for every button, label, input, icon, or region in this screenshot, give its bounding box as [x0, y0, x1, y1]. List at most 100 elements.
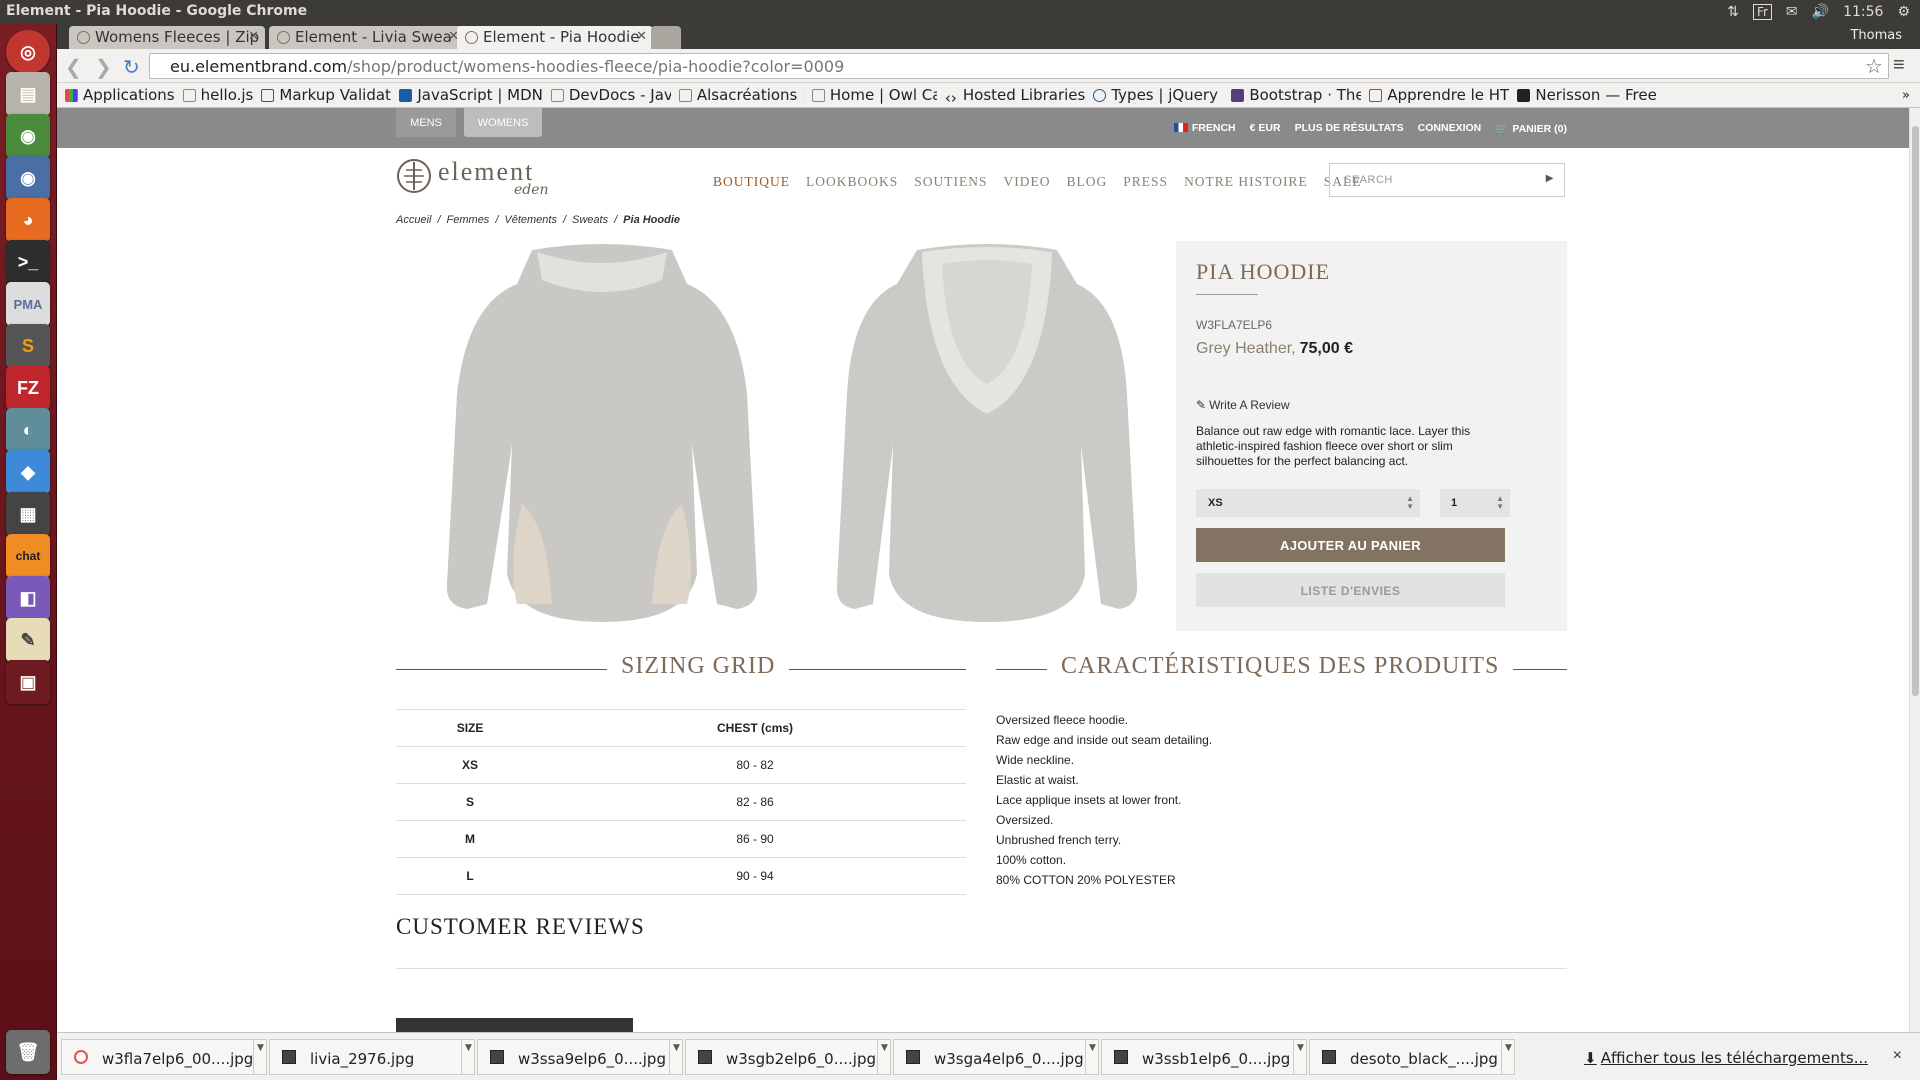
womens-tab[interactable]: WOMENS	[464, 108, 542, 137]
bookmark-apprendre-html[interactable]: Apprendre le HTM	[1369, 86, 1509, 104]
reload-icon[interactable]: ↻	[123, 55, 140, 80]
breadcrumb-vetements[interactable]: Vêtements	[504, 214, 557, 226]
element-eden-logo[interactable]: element eden	[396, 156, 586, 198]
scrollbar-thumb[interactable]	[1912, 126, 1919, 696]
login-link[interactable]: CONNEXION	[1418, 122, 1482, 135]
quantity-select[interactable]: 1 ▲ ▼	[1440, 489, 1510, 517]
calculator-icon[interactable]: ▦	[6, 492, 50, 536]
download-item[interactable]: w3sga4elp6_0....jpg ▼	[893, 1039, 1099, 1075]
reviews-action-button[interactable]	[396, 1018, 633, 1032]
breadcrumb: Accueil / Femmes / Vêtements / Sweats / Pia …	[396, 214, 680, 226]
terminal-icon[interactable]: >_	[6, 240, 50, 284]
bookmark-jquery-types[interactable]: Types | jQuery AP	[1093, 86, 1223, 104]
cart-link[interactable]: 🛒 PANIER (0)	[1495, 122, 1567, 135]
bookmark-markup-validation[interactable]: Markup Validatio	[261, 86, 391, 104]
dropdown-arrow-icon[interactable]: ▼	[1293, 1039, 1307, 1075]
write-review-link[interactable]: ✎ Write A Review	[1196, 398, 1290, 412]
back-icon[interactable]: ❮	[65, 55, 82, 80]
chrome-profile-name[interactable]: Thomas	[1850, 28, 1902, 43]
breadcrumb-separator: /	[614, 214, 618, 226]
bookmark-bootstrap[interactable]: Bootstrap · The w	[1231, 86, 1361, 104]
close-icon[interactable]: ✕	[636, 29, 647, 44]
breadcrumb-accueil[interactable]: Accueil	[396, 214, 431, 226]
new-tab-button[interactable]	[651, 26, 681, 49]
clock[interactable]: 11:56	[1843, 4, 1883, 20]
mens-tab[interactable]: MENS	[396, 108, 456, 137]
filezilla-icon[interactable]: FZ	[6, 366, 50, 410]
currency-selector[interactable]: € EUR	[1250, 122, 1281, 135]
nav-video[interactable]: VIDEO	[1004, 174, 1051, 190]
bookmark-hosted-libraries[interactable]: ‹› Hosted Libraries	[945, 86, 1085, 104]
bookmark-owl-carousel[interactable]: Home | Owl Carou	[811, 86, 937, 104]
nav-notre-histoire[interactable]: NOTRE HISTOIRE	[1184, 174, 1308, 190]
ubuntu-dash-icon[interactable]: ◎	[6, 30, 50, 74]
power-icon[interactable]: ⚙	[1897, 4, 1910, 20]
tab-pia-hoodie[interactable]: Element - Pia Hoodie ✕	[457, 26, 653, 49]
forward-icon[interactable]: ❯	[95, 55, 112, 80]
tab-womens-fleeces[interactable]: Womens Fleeces | Zip ✕	[69, 26, 265, 49]
chat-icon[interactable]: chat	[6, 534, 50, 578]
chrome-menu-icon[interactable]: ≡	[1893, 54, 1905, 77]
more-results-link[interactable]: PLUS DE RÉSULTATS	[1295, 122, 1404, 135]
bookmark-applications[interactable]: Applications	[65, 86, 175, 104]
phpmyadmin-icon[interactable]: PMA	[6, 282, 50, 326]
sublime-text-icon[interactable]: S	[6, 324, 50, 368]
chrome-icon[interactable]: ◉	[6, 114, 50, 158]
bookmark-nerisson[interactable]: Nerisson — Freel	[1517, 86, 1657, 104]
nav-blog[interactable]: BLOG	[1067, 174, 1108, 190]
page-scrollbar[interactable]	[1909, 108, 1920, 1032]
nav-boutique[interactable]: BOUTIQUE	[713, 174, 790, 190]
volume-icon[interactable]: 🔊	[1812, 4, 1829, 20]
download-item[interactable]: livia_2976.jpg ▼	[269, 1039, 475, 1075]
workspace-switcher-icon[interactable]: ▣	[6, 660, 50, 704]
bookmark-mdn[interactable]: JavaScript | MDN	[399, 86, 543, 104]
close-icon[interactable]: ✕	[248, 29, 259, 44]
bookmarks-overflow-icon[interactable]: »	[1902, 88, 1910, 103]
column-header-size: SIZE	[396, 709, 545, 747]
tab-livia-sweat[interactable]: Element - Livia Swea ✕	[269, 26, 465, 49]
search-submit-icon[interactable]: ▶	[1546, 173, 1554, 184]
trash-icon[interactable]: 🗑	[6, 1030, 50, 1074]
download-item[interactable]: w3fla7elp6_00....jpg ▼	[61, 1039, 267, 1075]
breadcrumb-femmes[interactable]: Femmes	[447, 214, 490, 226]
address-bar[interactable]: eu.elementbrand.com/shop/product/womens-…	[149, 53, 1889, 79]
dropdown-arrow-icon[interactable]: ▼	[877, 1039, 891, 1075]
dropdown-arrow-icon[interactable]: ▼	[461, 1039, 475, 1075]
close-icon[interactable]: ×	[1893, 1047, 1902, 1065]
devdocs-icon	[550, 88, 564, 102]
dropdown-arrow-icon[interactable]: ▼	[669, 1039, 683, 1075]
cube-app-icon[interactable]: ◧	[6, 576, 50, 620]
chromium-icon[interactable]: ◉	[6, 156, 50, 200]
product-image-back[interactable]	[837, 244, 1137, 634]
network-icon[interactable]: ⇅	[1727, 4, 1739, 20]
nav-lookbooks[interactable]: LOOKBOOKS	[806, 174, 898, 190]
product-image-front[interactable]	[437, 244, 767, 634]
search-input[interactable]: SEARCH ▶	[1329, 163, 1565, 197]
show-all-downloads-link[interactable]: ⬇ Afficher tous les téléchargements...	[1584, 1049, 1868, 1067]
dropbox-icon[interactable]: ◆	[6, 450, 50, 494]
breadcrumb-sweats[interactable]: Sweats	[572, 214, 608, 226]
nav-press[interactable]: PRESS	[1123, 174, 1168, 190]
language-selector[interactable]: FRENCH	[1173, 122, 1236, 135]
dropdown-arrow-icon[interactable]: ▼	[1501, 1039, 1515, 1075]
download-item[interactable]: desoto_black_....jpg ▼	[1309, 1039, 1515, 1075]
nav-soutiens[interactable]: SOUTIENS	[914, 174, 987, 190]
dropdown-arrow-icon[interactable]: ▼	[1085, 1039, 1099, 1075]
download-item[interactable]: w3ssb1elp6_0....jpg ▼	[1101, 1039, 1307, 1075]
files-icon[interactable]: ▤	[6, 72, 50, 116]
keyboard-layout-indicator[interactable]: Fr	[1752, 4, 1772, 20]
download-item[interactable]: w3sgb2elp6_0....jpg ▼	[685, 1039, 891, 1075]
text-editor-icon[interactable]: ✎	[6, 618, 50, 662]
bookmark-devdocs[interactable]: DevDocs - JavaSc	[550, 86, 671, 104]
firefox-icon[interactable]: ◕	[6, 198, 50, 242]
wishlist-button[interactable]: LISTE D'ENVIES	[1196, 573, 1505, 607]
bookmark-alsacreations[interactable]: Alsacréations : Ac	[678, 86, 804, 104]
size-select[interactable]: XS ▲ ▼	[1196, 489, 1420, 517]
bookmark-hellojs[interactable]: hello.js	[182, 86, 253, 104]
dropdown-arrow-icon[interactable]: ▼	[253, 1039, 267, 1075]
remmina-icon[interactable]: ◐	[6, 408, 50, 452]
bookmark-star-icon[interactable]: ☆	[1865, 54, 1883, 79]
add-to-cart-button[interactable]: AJOUTER AU PANIER	[1196, 528, 1505, 562]
download-item[interactable]: w3ssa9elp6_0....jpg ▼	[477, 1039, 683, 1075]
mail-icon[interactable]: ✉	[1786, 4, 1798, 20]
